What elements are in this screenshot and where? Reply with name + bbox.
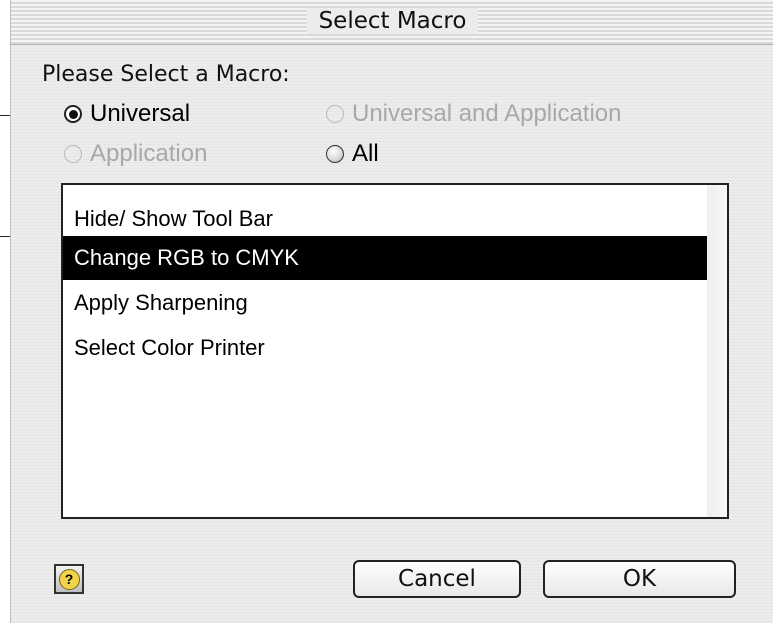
help-button[interactable]: ? [54,564,84,594]
list-item[interactable]: Select Color Printer [63,326,709,370]
radio-universal-indicator [64,105,82,123]
list-item[interactable]: Hide/ Show Tool Bar [63,197,709,241]
list-item-selected[interactable]: Change RGB to CMYK [63,236,709,280]
radio-universal[interactable]: Universal [64,100,190,128]
window-title: Select Macro [306,8,479,34]
title-bar[interactable]: Select Macro [11,0,773,45]
macro-list[interactable]: Hide/ Show Tool Bar Change RGB to CMYK A… [61,183,729,519]
radio-universal-label: Universal [90,100,191,127]
radio-all[interactable]: All [326,140,379,168]
radio-application: Application [64,140,207,168]
macro-prompt-label: Please Select a Macro: [42,62,290,87]
radio-application-indicator [64,145,82,163]
list-scrollbar[interactable] [707,185,727,517]
list-item[interactable]: Apply Sharpening [63,281,709,325]
radio-application-label: Application [90,140,208,167]
cancel-button[interactable]: Cancel [353,560,521,598]
radio-universal-and-application: Universal and Application [326,100,622,128]
radio-universal-and-application-label: Universal and Application [352,100,622,127]
radio-all-indicator [326,145,344,163]
help-icon: ? [58,568,80,590]
radio-universal-and-application-indicator [326,105,344,123]
ok-button[interactable]: OK [543,560,736,598]
radio-all-label: All [352,140,379,167]
dialog-window: Select Macro Please Select a Macro: Univ… [10,0,773,623]
